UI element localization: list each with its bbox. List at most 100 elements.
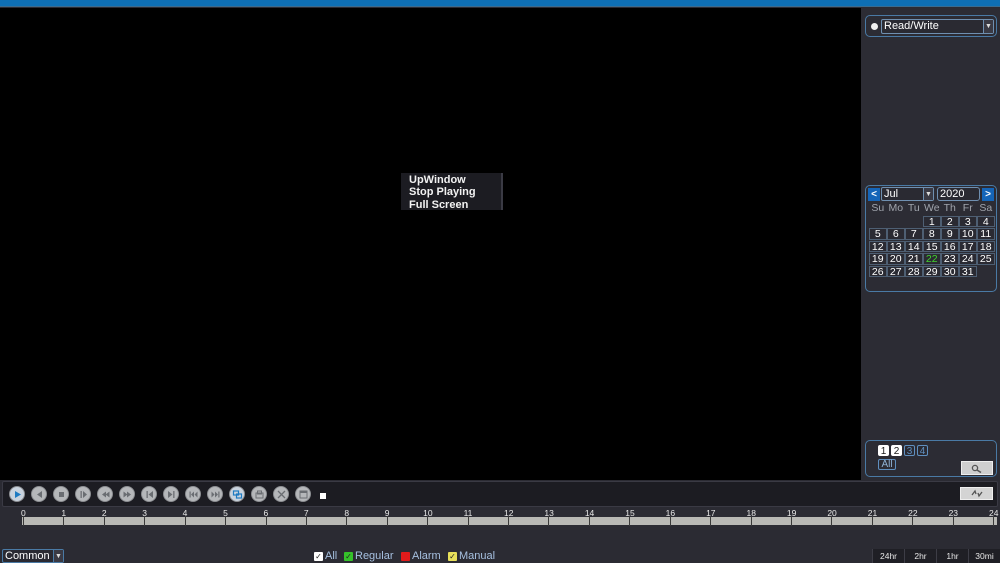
menu-item-full-screen[interactable]: Full Screen bbox=[409, 199, 501, 211]
timeline-bar[interactable] bbox=[22, 517, 997, 525]
calendar-day[interactable]: 19 bbox=[869, 253, 887, 265]
calendar-empty-cell bbox=[869, 216, 887, 228]
calendar-day[interactable]: 28 bbox=[905, 265, 923, 277]
checkbox-regular[interactable]: ✓ bbox=[344, 551, 353, 561]
next-frame-button[interactable] bbox=[163, 486, 179, 502]
checkbox-alarm[interactable] bbox=[401, 551, 410, 561]
zoom-tab-24hr[interactable]: 24hr bbox=[872, 549, 904, 563]
calendar-day[interactable]: 31 bbox=[959, 265, 977, 277]
calendar-empty-cell bbox=[905, 216, 923, 228]
calendar-day[interactable]: 4 bbox=[977, 215, 995, 227]
calendar-day[interactable]: 17 bbox=[959, 240, 977, 252]
previous-month-button[interactable]: < bbox=[868, 188, 880, 201]
backup-button[interactable] bbox=[295, 486, 311, 502]
previous-file-button[interactable] bbox=[185, 486, 201, 502]
calendar-day[interactable]: 13 bbox=[887, 240, 905, 252]
timeline-hour-tick bbox=[144, 516, 146, 526]
slow-button[interactable] bbox=[97, 486, 113, 502]
playback-control-bar bbox=[2, 481, 998, 507]
play-button[interactable] bbox=[9, 486, 25, 502]
calendar-day[interactable]: 23 bbox=[941, 253, 959, 265]
sync-time-button[interactable] bbox=[960, 487, 993, 500]
step-forward-button[interactable] bbox=[75, 486, 91, 502]
reverse-play-button[interactable] bbox=[31, 486, 47, 502]
clip-button[interactable] bbox=[251, 486, 267, 502]
timeline-hour-tick bbox=[790, 516, 792, 526]
legend-all[interactable]: ✓ All bbox=[314, 549, 337, 563]
calendar-empty-cell bbox=[887, 216, 905, 228]
calendar-week-row: 19 20 21 22 23 24 25 bbox=[869, 253, 995, 266]
weekday-label: Sa bbox=[979, 202, 993, 214]
calendar-day[interactable]: 6 bbox=[887, 228, 905, 240]
timeline-hour-tick bbox=[871, 516, 873, 526]
next-file-button[interactable] bbox=[207, 486, 223, 502]
zoom-tab-30min[interactable]: 30mi bbox=[968, 549, 1000, 563]
calendar-day[interactable]: 16 bbox=[941, 240, 959, 252]
previous-frame-icon bbox=[146, 490, 153, 498]
skip-forward-icon bbox=[211, 491, 219, 497]
stop-button[interactable] bbox=[53, 486, 69, 502]
channel-button-4[interactable]: 4 bbox=[917, 445, 928, 457]
calendar-day[interactable]: 9 bbox=[941, 228, 959, 240]
sync-play-button[interactable] bbox=[229, 486, 245, 502]
calendar-day[interactable]: 8 bbox=[923, 228, 941, 240]
legend-label-manual: Manual bbox=[459, 550, 496, 562]
legend-alarm[interactable]: Alarm bbox=[401, 549, 441, 563]
record-type-select[interactable]: Common I ▼ bbox=[2, 549, 64, 563]
calendar-day[interactable]: 26 bbox=[869, 265, 887, 277]
calendar-day[interactable]: 1 bbox=[923, 215, 941, 227]
calendar-day[interactable]: 2 bbox=[941, 215, 959, 227]
calendar-day[interactable]: 14 bbox=[905, 240, 923, 252]
next-month-button[interactable]: > bbox=[982, 188, 994, 201]
calendar-day[interactable]: 21 bbox=[905, 253, 923, 265]
previous-frame-button[interactable] bbox=[141, 486, 157, 502]
calendar-day[interactable]: 30 bbox=[941, 265, 959, 277]
timeline-hour-tick bbox=[750, 516, 752, 526]
access-mode-select[interactable]: Read/Write ▼ bbox=[881, 19, 994, 34]
menu-item-upwindow[interactable]: UpWindow bbox=[409, 174, 501, 186]
fast-button[interactable] bbox=[119, 486, 135, 502]
top-bar bbox=[0, 0, 1000, 7]
play-icon bbox=[14, 490, 21, 498]
calendar-day[interactable]: 5 bbox=[869, 228, 887, 240]
channel-button-1[interactable]: 1 bbox=[878, 445, 889, 457]
timeline-hour-tick bbox=[588, 516, 590, 526]
skip-back-icon bbox=[189, 491, 197, 497]
calendar-day[interactable]: 27 bbox=[887, 265, 905, 277]
channel-button-3[interactable]: 3 bbox=[904, 445, 915, 457]
calendar-day[interactable]: 15 bbox=[923, 240, 941, 252]
cut-button[interactable] bbox=[273, 486, 289, 502]
calendar-day[interactable]: 25 bbox=[977, 253, 995, 265]
timeline-hour-tick bbox=[225, 516, 227, 526]
calendar-day[interactable]: 3 bbox=[959, 215, 977, 227]
calendar-day[interactable]: 29 bbox=[923, 265, 941, 277]
checkbox-all[interactable]: ✓ bbox=[314, 551, 323, 561]
next-frame-icon bbox=[167, 490, 174, 498]
menu-item-stop-playing[interactable]: Stop Playing bbox=[409, 186, 501, 198]
calendar-day[interactable]: 11 bbox=[977, 228, 995, 240]
calendar-day[interactable]: 18 bbox=[977, 240, 995, 252]
year-input[interactable]: 2020 bbox=[937, 187, 980, 201]
calendar-day[interactable]: 12 bbox=[869, 240, 887, 252]
legend-manual[interactable]: ✓ Manual bbox=[448, 549, 495, 563]
rewind-icon bbox=[101, 491, 109, 497]
calendar-day[interactable]: 7 bbox=[905, 228, 923, 240]
channel-all-button[interactable]: All bbox=[878, 459, 896, 470]
calendar-day[interactable]: 20 bbox=[887, 253, 905, 265]
zoom-tab-1hr[interactable]: 1hr bbox=[936, 549, 968, 563]
channel-button-2[interactable]: 2 bbox=[891, 445, 902, 457]
checkbox-manual[interactable]: ✓ bbox=[448, 551, 457, 561]
weekday-label: We bbox=[923, 202, 940, 214]
calendar-day[interactable]: 10 bbox=[959, 228, 977, 240]
month-select[interactable]: Jul ▼ bbox=[881, 187, 934, 201]
zoom-tab-2hr[interactable]: 2hr bbox=[904, 549, 936, 563]
search-button[interactable] bbox=[961, 461, 993, 475]
timeline-hour-tick bbox=[386, 516, 388, 526]
video-display-area[interactable]: UpWindow Stop Playing Full Screen bbox=[0, 8, 861, 480]
timeline: 0 1 2 3 4 5 6 7 8 9 10 11 12 13 14 15 16 17 18 19 20 21 22 23 24 bbox=[0, 507, 1000, 531]
calendar-day-today[interactable]: 22 bbox=[923, 253, 941, 265]
weekday-label: Th bbox=[943, 202, 956, 214]
legend-regular[interactable]: ✓ Regular bbox=[344, 549, 394, 563]
calendar-day[interactable]: 24 bbox=[959, 253, 977, 265]
timeline-hour-tick bbox=[23, 516, 24, 526]
